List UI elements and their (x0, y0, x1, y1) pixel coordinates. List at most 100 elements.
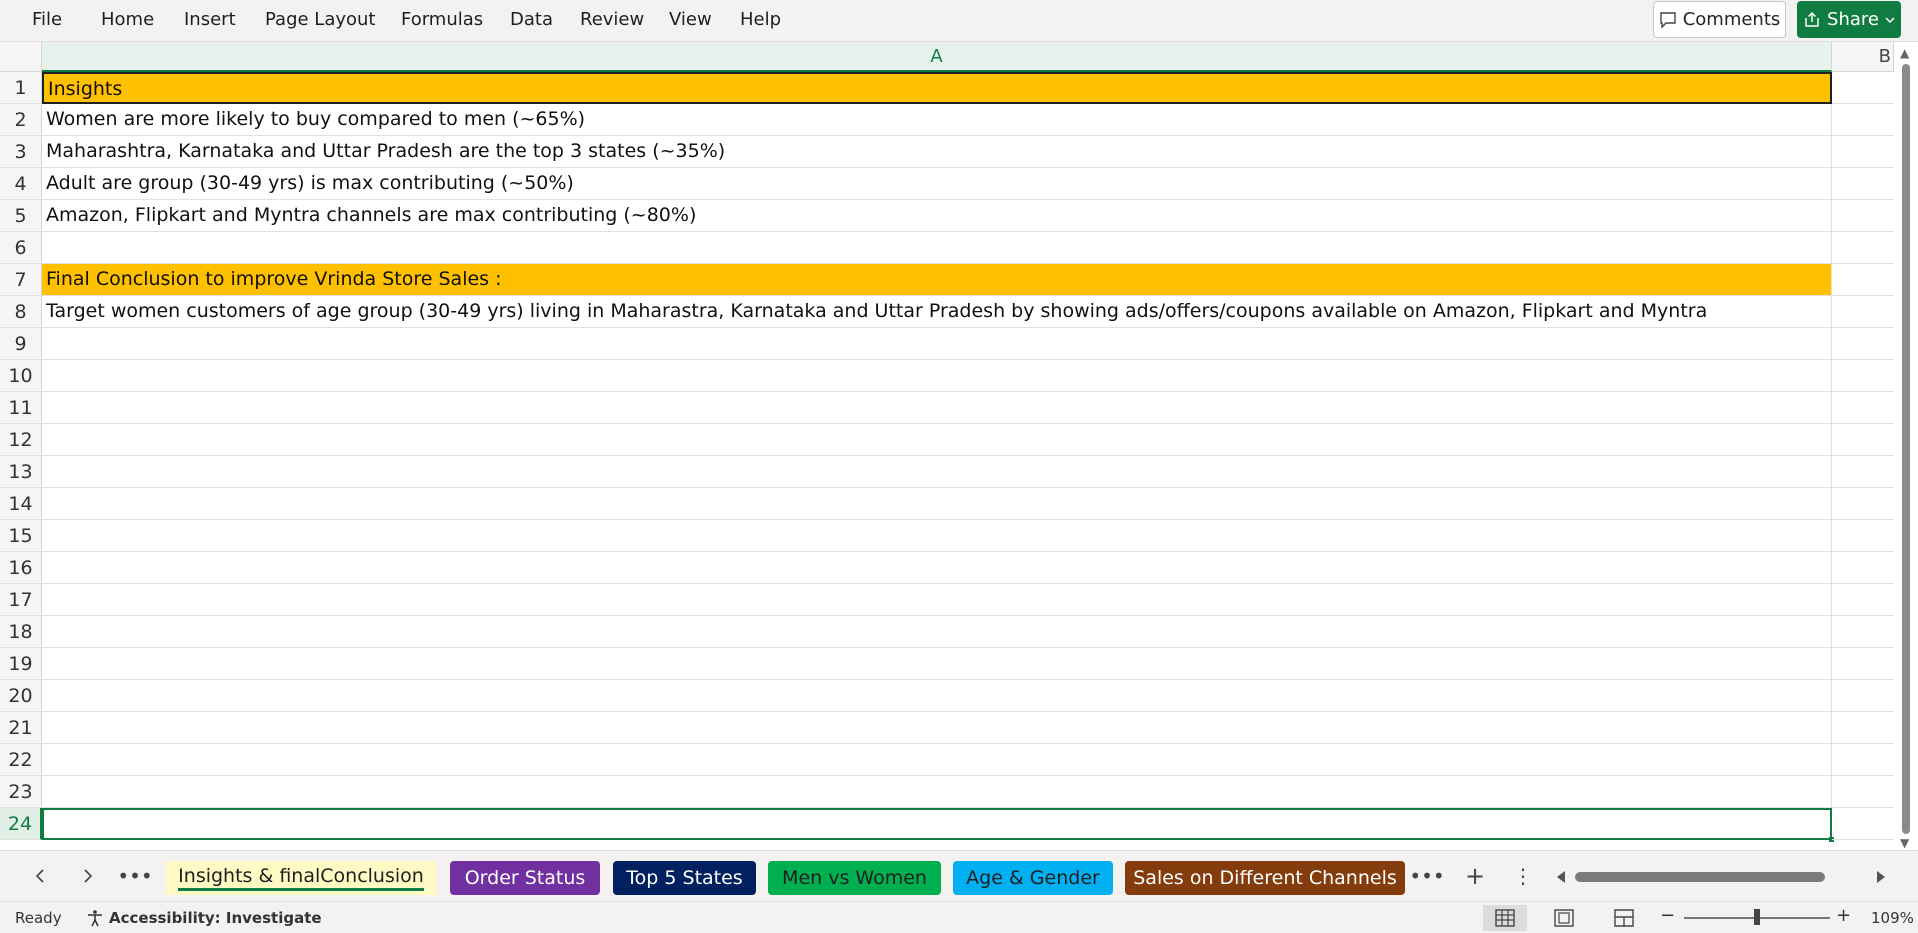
row-header[interactable]: 11 (0, 392, 42, 424)
menu-file[interactable]: File (32, 9, 62, 30)
menu-data[interactable]: Data (510, 9, 553, 30)
column-header-b[interactable]: B (1832, 42, 1894, 72)
cell-a21[interactable] (42, 712, 1832, 744)
cell-a5[interactable]: Amazon, Flipkart and Myntra channels are… (42, 200, 1832, 232)
cell-a13[interactable] (42, 456, 1832, 488)
cell-b13[interactable] (1832, 456, 1894, 488)
cell-a2[interactable]: Women are more likely to buy compared to… (42, 104, 1832, 136)
scroll-down-icon[interactable]: ▼ (1900, 836, 1909, 850)
cell-a20[interactable] (42, 680, 1832, 712)
cell-a8[interactable]: Target women customers of age group (30-… (42, 296, 1832, 328)
row-header[interactable]: 24 (0, 808, 42, 840)
row-header[interactable]: 20 (0, 680, 42, 712)
cell-a10[interactable] (42, 360, 1832, 392)
row-header[interactable]: 6 (0, 232, 42, 264)
cell-b19[interactable] (1832, 648, 1894, 680)
cell-b3[interactable] (1832, 136, 1894, 168)
cell-a22[interactable] (42, 744, 1832, 776)
accessibility-checker[interactable]: Accessibility: Investigate (86, 909, 322, 927)
row-header[interactable]: 18 (0, 616, 42, 648)
row-header[interactable]: 2 (0, 104, 42, 136)
menu-formulas[interactable]: Formulas (401, 9, 483, 30)
row-header[interactable]: 9 (0, 328, 42, 360)
page-break-view-button[interactable] (1602, 905, 1646, 931)
row-header[interactable]: 4 (0, 168, 42, 200)
cell-b11[interactable] (1832, 392, 1894, 424)
cell-b15[interactable] (1832, 520, 1894, 552)
cell-a7[interactable]: Final Conclusion to improve Vrinda Store… (42, 264, 1832, 296)
zoom-slider-thumb[interactable] (1754, 909, 1760, 925)
row-header[interactable]: 1 (0, 72, 42, 104)
row-header[interactable]: 15 (0, 520, 42, 552)
cell-a17[interactable] (42, 584, 1832, 616)
cell-b2[interactable] (1832, 104, 1894, 136)
menu-insert[interactable]: Insert (184, 9, 236, 30)
row-header[interactable]: 10 (0, 360, 42, 392)
cell-b9[interactable] (1832, 328, 1894, 360)
scroll-right-icon[interactable] (1875, 870, 1887, 884)
cell-a23[interactable] (42, 776, 1832, 808)
cell-b24[interactable] (1832, 808, 1894, 840)
row-header[interactable]: 22 (0, 744, 42, 776)
more-sheets-right-button[interactable]: ••• (1409, 861, 1444, 891)
cell-a1[interactable]: Insights (42, 72, 1832, 104)
scroll-up-icon[interactable]: ▲ (1900, 46, 1909, 60)
cell-a15[interactable] (42, 520, 1832, 552)
row-header[interactable]: 14 (0, 488, 42, 520)
sheet-tab-age-gender[interactable]: Age & Gender (953, 861, 1113, 895)
vertical-scrollbar[interactable]: ▲ ▼ (1894, 42, 1918, 850)
row-header[interactable]: 3 (0, 136, 42, 168)
cell-a3[interactable]: Maharashtra, Karnataka and Uttar Pradesh… (42, 136, 1832, 168)
row-header[interactable]: 23 (0, 776, 42, 808)
cell-a12[interactable] (42, 424, 1832, 456)
row-header[interactable]: 17 (0, 584, 42, 616)
row-header[interactable]: 5 (0, 200, 42, 232)
sheet-tab-sales-channels[interactable]: Sales on Different Channels (1125, 861, 1405, 895)
row-header[interactable]: 12 (0, 424, 42, 456)
cell-a6[interactable] (42, 232, 1832, 264)
cell-b10[interactable] (1832, 360, 1894, 392)
normal-view-button[interactable] (1483, 905, 1527, 931)
more-sheets-left-button[interactable]: ••• (117, 861, 152, 891)
cell-b12[interactable] (1832, 424, 1894, 456)
menu-home[interactable]: Home (101, 9, 154, 30)
menu-view[interactable]: View (669, 9, 712, 30)
cell-a24[interactable] (42, 808, 1832, 840)
row-header[interactable]: 19 (0, 648, 42, 680)
cell-b4[interactable] (1832, 168, 1894, 200)
select-all-corner[interactable] (0, 42, 42, 72)
scroll-left-icon[interactable] (1555, 870, 1567, 884)
row-header[interactable]: 7 (0, 264, 42, 296)
row-header[interactable]: 13 (0, 456, 42, 488)
sheet-tab-order-status[interactable]: Order Status (450, 861, 600, 895)
add-sheet-button[interactable]: + (1460, 861, 1490, 891)
cell-b8[interactable] (1832, 296, 1894, 328)
sheet-options-button[interactable]: ⋮ (1508, 861, 1538, 891)
sheet-tab-insights[interactable]: Insights & finalConclusion (166, 861, 436, 895)
cell-b16[interactable] (1832, 552, 1894, 584)
cell-a11[interactable] (42, 392, 1832, 424)
cell-b5[interactable] (1832, 200, 1894, 232)
sheet-tab-top-5-states[interactable]: Top 5 States (613, 861, 756, 895)
cell-a14[interactable] (42, 488, 1832, 520)
cell-a9[interactable] (42, 328, 1832, 360)
cell-b14[interactable] (1832, 488, 1894, 520)
cell-b7[interactable] (1832, 264, 1894, 296)
horizontal-scrollbar[interactable] (1555, 863, 1885, 891)
zoom-in-button[interactable]: + (1836, 905, 1851, 926)
cell-b22[interactable] (1832, 744, 1894, 776)
prev-sheet-button[interactable] (25, 861, 55, 891)
vertical-scroll-thumb[interactable] (1902, 64, 1910, 834)
page-layout-view-button[interactable] (1542, 905, 1586, 931)
zoom-level[interactable]: 109% (1871, 909, 1914, 927)
cell-a18[interactable] (42, 616, 1832, 648)
cell-b18[interactable] (1832, 616, 1894, 648)
sheet-tab-men-vs-women[interactable]: Men vs Women (768, 861, 941, 895)
share-button[interactable]: Share (1797, 1, 1901, 38)
cell-b17[interactable] (1832, 584, 1894, 616)
cell-b23[interactable] (1832, 776, 1894, 808)
cell-b6[interactable] (1832, 232, 1894, 264)
cell-b1[interactable] (1832, 72, 1894, 104)
cell-a19[interactable] (42, 648, 1832, 680)
row-header[interactable]: 21 (0, 712, 42, 744)
